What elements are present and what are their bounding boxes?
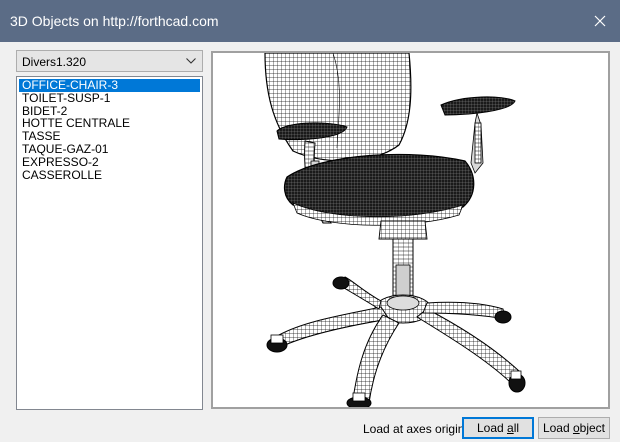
library-select-value: Divers1.320 xyxy=(22,55,87,69)
load-object-label-pre: Load xyxy=(542,421,573,435)
load-object-button[interactable]: Load object xyxy=(538,417,610,439)
office-chair-wireframe-image xyxy=(264,53,526,407)
load-all-label-post: ll xyxy=(513,421,520,435)
load-object-label-post: bject xyxy=(579,421,606,435)
list-item[interactable]: CASSEROLLE xyxy=(19,169,200,182)
load-object-label-key: o xyxy=(572,421,580,435)
title-bar: 3D Objects on http://forthcad.com xyxy=(0,0,620,42)
list-item[interactable]: EXPRESSO-2 xyxy=(19,156,200,169)
list-item[interactable]: BIDET-2 xyxy=(19,105,200,118)
load-all-label-pre: Load xyxy=(476,421,507,435)
chevron-down-icon xyxy=(186,58,196,64)
list-item[interactable]: HOTTE CENTRALE xyxy=(19,117,200,130)
object-list[interactable]: OFFICE-CHAIR-3 TOILET-SUSP-1 BIDET-2 HOTTE … xyxy=(16,76,203,410)
library-select[interactable]: Divers1.320 xyxy=(16,50,203,72)
close-button[interactable] xyxy=(580,0,620,42)
load-at-origin-label: Load at axes origin xyxy=(363,422,465,436)
load-all-button[interactable]: Load all xyxy=(462,417,534,439)
object-list-items: OFFICE-CHAIR-3 TOILET-SUSP-1 BIDET-2 HOTTE … xyxy=(17,77,202,181)
list-item[interactable]: TASSE xyxy=(19,130,200,143)
list-item[interactable]: OFFICE-CHAIR-3 xyxy=(19,79,200,92)
window-title: 3D Objects on http://forthcad.com xyxy=(10,13,219,29)
list-item[interactable]: TAQUE-GAZ-01 xyxy=(19,143,200,156)
close-icon xyxy=(594,15,606,27)
list-item[interactable]: TOILET-SUSP-1 xyxy=(19,92,200,105)
load-all-label-key: a xyxy=(507,421,514,435)
object-preview xyxy=(211,51,610,409)
